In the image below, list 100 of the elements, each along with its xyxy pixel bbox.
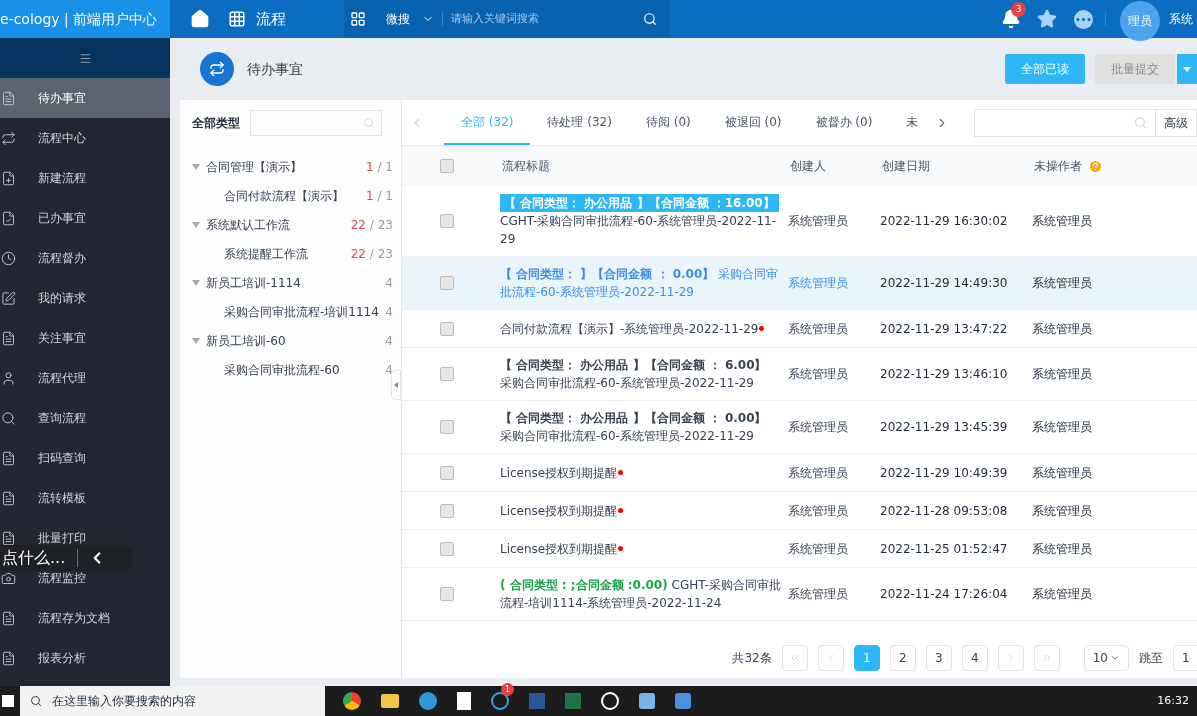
page-button[interactable]: 2 bbox=[889, 645, 916, 671]
taskbar-search-field[interactable]: 在这里输入你要搜索的内容 bbox=[20, 686, 325, 716]
tree-item[interactable]: 采购合同审批流程-60 bbox=[224, 360, 340, 379]
sidebar-label[interactable]: 流程督办 bbox=[38, 249, 86, 267]
page-button[interactable]: 3 bbox=[925, 645, 952, 671]
row-title[interactable]: License授权到期提醒 bbox=[500, 501, 618, 520]
dropdown-button[interactable] bbox=[1177, 54, 1197, 84]
last-page-button[interactable] bbox=[1033, 645, 1060, 671]
row-title[interactable]: 【 合同类型： 办公用品 】【合同金额 ：16.00】 CGHT-采购合同审批流程-60-系统管理员-2022-11-29 bbox=[500, 194, 782, 248]
row-checkbox[interactable] bbox=[440, 465, 454, 480]
sidebar-item[interactable]: 关注事宜 bbox=[0, 318, 170, 358]
sidebar-item[interactable]: 扫码查询 bbox=[0, 438, 170, 478]
sidebar-label[interactable]: 流程代理 bbox=[38, 369, 86, 387]
search-icon[interactable] bbox=[643, 12, 657, 26]
next-page-button[interactable] bbox=[997, 645, 1024, 671]
row-checkbox[interactable] bbox=[440, 420, 454, 434]
tree-search-field[interactable] bbox=[250, 110, 382, 136]
first-page-button[interactable] bbox=[781, 645, 808, 671]
document-icon[interactable] bbox=[457, 692, 471, 710]
sidebar-label[interactable]: 关注事宜 bbox=[38, 329, 86, 347]
date-cell-text: 2022-11-29 13:45:39 bbox=[880, 419, 1009, 436]
caret-icon[interactable] bbox=[192, 163, 200, 170]
apps-icon[interactable] bbox=[350, 11, 366, 27]
sidebar-label[interactable]: 流程监控 bbox=[38, 569, 86, 587]
jump-page-input[interactable]: 1 bbox=[1173, 645, 1197, 671]
sidebar-item[interactable]: 流程代理 bbox=[0, 358, 170, 398]
search-input[interactable]: 请输入关键词搜索 bbox=[451, 10, 641, 28]
list-search-field[interactable] bbox=[974, 108, 1156, 137]
sidebar-item[interactable]: 新建流程 bbox=[0, 158, 170, 198]
row-checkbox[interactable] bbox=[440, 276, 454, 290]
sidebar-item[interactable]: 已办事宜 bbox=[0, 198, 170, 238]
sidebar-item[interactable]: 查询流程 bbox=[0, 398, 170, 438]
select-all-checkbox[interactable] bbox=[440, 159, 454, 173]
more-icon[interactable] bbox=[1074, 9, 1093, 29]
overlay-text: 点什么... bbox=[2, 547, 66, 569]
caret-icon[interactable] bbox=[192, 337, 200, 344]
filter-tab[interactable]: 待阅 (0) bbox=[628, 100, 708, 145]
star-icon[interactable] bbox=[1037, 9, 1057, 29]
row-checkbox[interactable] bbox=[440, 587, 454, 601]
filter-tab[interactable]: 被督办 (0) bbox=[798, 100, 890, 145]
row-checkbox[interactable] bbox=[440, 503, 454, 518]
help-icon[interactable] bbox=[1088, 158, 1103, 174]
home-icon[interactable] bbox=[190, 9, 210, 29]
search-scope-dropdown[interactable]: 微搜 bbox=[386, 10, 434, 28]
collapse-handle[interactable] bbox=[391, 370, 401, 400]
apps-grid-icon[interactable] bbox=[228, 10, 246, 28]
advanced-search-button[interactable]: 高级 bbox=[1156, 108, 1197, 137]
row-checkbox[interactable] bbox=[440, 367, 454, 381]
sidebar-label[interactable]: 批量打印 bbox=[38, 529, 86, 547]
sidebar-item[interactable]: 我的请求 bbox=[0, 278, 170, 318]
sidebar-label[interactable]: 待办事宜 bbox=[38, 89, 86, 107]
sidebar-label[interactable]: 查询流程 bbox=[38, 409, 86, 427]
sidebar-item[interactable]: 流程督办 bbox=[0, 238, 170, 278]
table-row[interactable]: 【 合同类型： 】【合同金额 ： 0.00】 采购合同审批流程-60-系统管理员-2022-11-29 系统管理员 2022-11-29 14:49:30 系统管理员 bbox=[402, 257, 1197, 310]
sidebar-item[interactable]: 流转模板 bbox=[0, 478, 170, 518]
sidebar-label[interactable]: 报表分析 bbox=[38, 649, 86, 667]
user-name[interactable]: 系统 bbox=[1169, 10, 1193, 28]
search-bar[interactable]: 微搜 请输入关键词搜索 bbox=[344, 0, 670, 38]
sidebar-label[interactable]: 流程存为文档 bbox=[38, 609, 110, 627]
tree-item[interactable]: 新员工培训-60 bbox=[206, 331, 286, 350]
browser-icon[interactable] bbox=[343, 692, 361, 710]
row-checkbox[interactable] bbox=[440, 541, 454, 556]
pencil-icon bbox=[1, 290, 16, 306]
page-button[interactable]: 4 bbox=[961, 645, 988, 671]
sidebar-item[interactable]: 流程存为文档 bbox=[0, 598, 170, 638]
sidebar-label[interactable]: 流程中心 bbox=[38, 129, 86, 147]
caret-icon[interactable] bbox=[192, 221, 200, 228]
filter-tab[interactable]: 未 bbox=[889, 100, 936, 145]
sidebar-label[interactable]: 扫码查询 bbox=[38, 449, 86, 467]
row-title[interactable]: 合同付款流程【演示】-系统管理员-2022-11-29 bbox=[500, 319, 759, 338]
sidebar-item[interactable]: 流程中心 bbox=[0, 118, 170, 158]
tree-item[interactable]: 新员工培训-1114 bbox=[206, 273, 301, 292]
row-title[interactable]: License授权到期提醒 bbox=[500, 463, 618, 482]
row-checkbox[interactable] bbox=[440, 321, 454, 336]
filter-tab[interactable]: 待处理 (32) bbox=[530, 100, 629, 145]
folder-icon[interactable] bbox=[381, 694, 399, 708]
row-title[interactable]: ( 合同类型 : ;合同金额 :0.00) CGHT-采购合同审批流程-培训1114-系统管理员-2022-11-24 bbox=[500, 576, 782, 612]
sidebar-item[interactable]: 报表分析 bbox=[0, 638, 170, 678]
row-title[interactable]: 【 合同类型： 办公用品 】【合同金额 ： 0.00】 采购合同审批流程-60-系统管理员-2022-11-29 bbox=[500, 409, 782, 445]
row-checkbox[interactable] bbox=[440, 214, 454, 228]
tree-item[interactable]: 合同管理【演示】 bbox=[206, 157, 302, 176]
module-title[interactable]: 流程 bbox=[256, 7, 286, 31]
page-size-select[interactable]: 10 bbox=[1083, 645, 1129, 671]
sidebar-label[interactable]: 我的请求 bbox=[38, 289, 86, 307]
filter-tab[interactable]: 被退回 (0) bbox=[707, 100, 799, 145]
tree-item[interactable]: 系统提醒工作流 bbox=[224, 244, 308, 263]
sidebar-label[interactable]: 已办事宜 bbox=[38, 209, 86, 227]
caret-icon[interactable] bbox=[192, 279, 200, 286]
sidebar-item[interactable]: 待办事宜 bbox=[0, 78, 170, 118]
tree-item[interactable]: 采购合同审批流程-培训1114 bbox=[224, 302, 379, 321]
prev-page-button[interactable] bbox=[817, 645, 844, 671]
sidebar-label[interactable]: 流转模板 bbox=[38, 489, 86, 507]
row-title[interactable]: License授权到期提醒 bbox=[500, 539, 618, 558]
sidebar-label[interactable]: 新建流程 bbox=[38, 169, 86, 187]
tree-item[interactable]: 合同付款流程【演示】 bbox=[224, 186, 344, 205]
start-icon[interactable] bbox=[2, 695, 14, 707]
row-title[interactable]: 【 合同类型： 办公用品 】【合同金额 ： 6.00】 采购合同审批流程-60-系统管理员-2022-11-29 bbox=[500, 356, 782, 392]
tree-item[interactable]: 系统默认工作流 bbox=[206, 215, 290, 234]
menu-icon[interactable] bbox=[78, 51, 92, 65]
comment-overlay[interactable]: 点什么... bbox=[0, 545, 132, 571]
